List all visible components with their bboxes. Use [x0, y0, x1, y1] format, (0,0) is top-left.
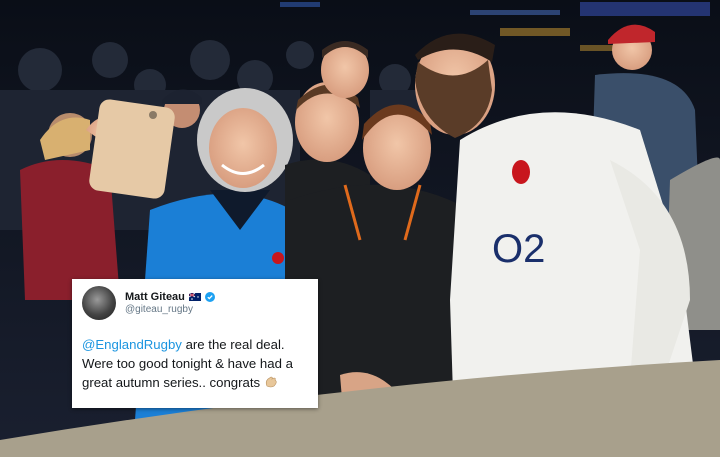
- australia-flag-icon: [188, 293, 201, 302]
- tweet-line-3: great autumn series.. congrats: [82, 373, 308, 392]
- author-display-name[interactable]: Matt Giteau: [125, 291, 185, 304]
- jersey-sponsor-text: O2: [492, 227, 545, 271]
- tweet-line-1-text: are the real deal.: [181, 337, 285, 352]
- tweet-line-2: Were too good tonight & have had a: [82, 356, 293, 371]
- author-handle[interactable]: @giteau_rugby: [125, 304, 215, 316]
- tweet-header: Matt Giteau @giteau_rugby: [82, 286, 308, 320]
- clapping-hands-icon: [265, 376, 277, 388]
- tweet-author: Matt Giteau @giteau_rugby: [125, 291, 215, 315]
- fan-man-back: [321, 41, 369, 98]
- verified-icon: [204, 292, 215, 303]
- tweet-card: Matt Giteau @giteau_rugby @EnglandRugby …: [72, 279, 318, 408]
- tweet-text: @EnglandRugby are the real deal. Were to…: [82, 335, 308, 392]
- name-row: Matt Giteau: [125, 291, 215, 304]
- tweet-line-1: @EnglandRugby are the real deal.: [82, 335, 308, 354]
- avatar[interactable]: [82, 286, 116, 320]
- mention-link[interactable]: @EnglandRugby: [82, 337, 182, 352]
- rose-badge: [512, 160, 530, 184]
- selfie-phone: [86, 99, 175, 199]
- tweet-line-3-text: great autumn series.. congrats: [82, 375, 261, 390]
